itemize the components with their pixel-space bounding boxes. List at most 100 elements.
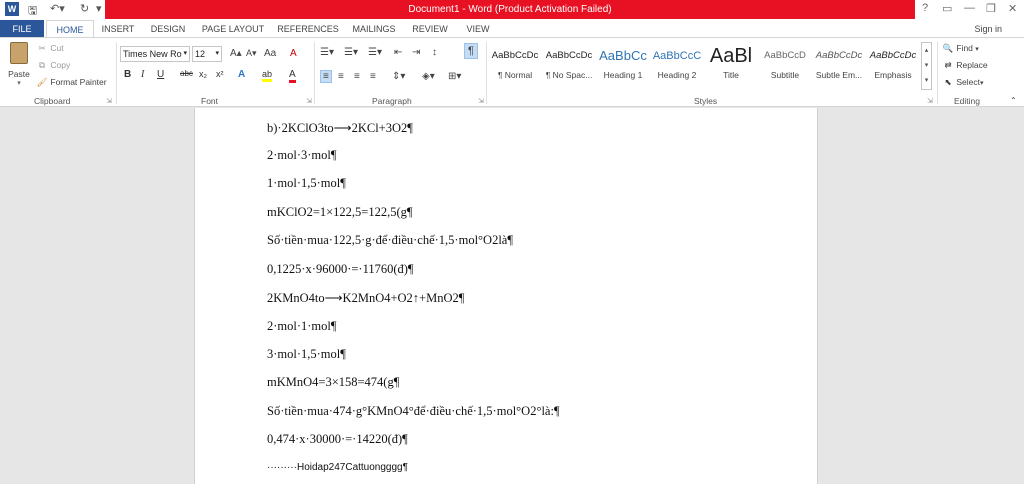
paragraph-launcher-icon[interactable]: ⇲ — [478, 97, 484, 105]
borders-icon[interactable]: ⊞▾ — [448, 71, 461, 82]
document-line[interactable]: Số·tiền·mua·122,5·g·để·điều·chế·1,5·mol°… — [267, 233, 513, 248]
style-heading-2[interactable]: AaBbCcC Heading 2 — [650, 42, 704, 90]
document-line[interactable]: 1·mol·1,5·mol¶ — [267, 176, 346, 191]
numbering-icon[interactable]: ☰▾ — [344, 47, 358, 58]
document-line[interactable]: 0,1225·x·96000·=·11760(đ)¶ — [267, 262, 414, 277]
document-line[interactable]: Số·tiền·mua·474·g°KMnO4°để·điều·chế·1,5·… — [267, 404, 560, 419]
style-subtle-emphasis[interactable]: AaBbCcDc Subtle Em... — [812, 42, 866, 90]
align-right-icon[interactable]: ≡ — [354, 71, 360, 82]
replace-button[interactable]: ⇄ Replace — [942, 60, 987, 71]
copy-button[interactable]: ⧉ Copy — [36, 60, 70, 71]
minimize-icon[interactable]: — — [964, 2, 975, 14]
font-launcher-icon[interactable]: ⇲ — [306, 97, 312, 105]
style-subtitle[interactable]: AaBbCcD Subtitle — [758, 42, 812, 90]
find-button[interactable]: 🔍 Find ▾ — [942, 43, 979, 54]
scroll-down-icon[interactable]: ▾ — [922, 58, 931, 73]
document-line[interactable]: 2·mol·3·mol¶ — [267, 148, 337, 163]
tab-review[interactable]: REVIEW — [408, 20, 452, 38]
tab-insert[interactable]: INSERT — [98, 20, 138, 38]
cut-button[interactable]: ✂ Cut — [36, 43, 64, 54]
collapse-ribbon-icon[interactable]: ⌃ — [1010, 96, 1017, 105]
save-icon[interactable]: 🖫 — [28, 2, 37, 21]
style-preview: AaBl — [709, 45, 753, 67]
select-button[interactable]: ⬉ Select▾ — [942, 77, 983, 88]
style-emphasis[interactable]: AaBbCcDc Emphasis — [866, 42, 920, 90]
align-left-icon[interactable]: ≡ — [320, 70, 332, 83]
chevron-down-icon: ▾ — [215, 50, 219, 57]
style-normal[interactable]: AaBbCcDc ¶ Normal — [488, 42, 542, 90]
redo-icon[interactable]: ↻ — [80, 2, 89, 15]
styles-launcher-icon[interactable]: ⇲ — [927, 97, 933, 105]
highlight-icon[interactable]: ab — [262, 69, 273, 82]
customize-qat-icon[interactable]: ▾ — [96, 2, 102, 15]
tab-view[interactable]: VIEW — [460, 20, 496, 38]
align-center-icon[interactable]: ≡ — [338, 71, 344, 82]
undo-icon[interactable]: ↶▾ — [50, 2, 65, 15]
underline-button[interactable]: U — [157, 69, 164, 80]
multilevel-list-icon[interactable]: ☰▾ — [368, 47, 382, 58]
tab-home[interactable]: HOME — [46, 20, 94, 38]
tab-file[interactable]: FILE — [0, 20, 44, 38]
copy-label: Copy — [50, 60, 71, 70]
document-line[interactable]: b)·2KClO3to⟶2KCl+3O2¶ — [267, 120, 413, 136]
style-title[interactable]: AaBl Title — [704, 42, 758, 90]
scroll-up-icon[interactable]: ▴ — [922, 43, 931, 58]
close-icon[interactable]: ✕ — [1008, 2, 1017, 15]
clipboard-icon — [10, 42, 28, 64]
divider — [486, 42, 487, 104]
paste-dropdown-icon[interactable]: ▾ — [6, 79, 32, 87]
tab-references[interactable]: REFERENCES — [276, 20, 340, 38]
grow-font-icon[interactable]: A▴ — [230, 48, 242, 59]
show-formatting-icon[interactable]: ¶ — [464, 43, 478, 59]
style-preview: AaBbCcD — [764, 50, 806, 61]
sign-in-link[interactable]: Sign in — [974, 20, 1002, 38]
bold-button[interactable]: B — [124, 69, 131, 80]
superscript-button[interactable]: x² — [216, 69, 224, 79]
increase-indent-icon[interactable]: ⇥ — [412, 47, 420, 58]
document-line[interactable]: mKClO2=1×122,5=122,5(g¶ — [267, 205, 413, 220]
shrink-font-icon[interactable]: A▾ — [246, 48, 257, 59]
document-line[interactable]: ·········Hoidap247Cattuongggg¶ — [267, 462, 408, 473]
document-line[interactable]: mKMnO4=3×158=474(g¶ — [267, 375, 399, 390]
strikethrough-button[interactable]: abc — [180, 69, 193, 78]
ribbon: Paste ▾ ✂ Cut ⧉ Copy 🖌 Format Painter Cl… — [0, 37, 1024, 107]
document-line[interactable]: 3·mol·1,5·mol¶ — [267, 347, 346, 362]
clipboard-group-label: Clipboard — [34, 96, 71, 106]
document-line[interactable]: 2·mol·1·mol¶ — [267, 319, 337, 334]
font-color-icon[interactable]: A — [289, 69, 296, 83]
shading-icon[interactable]: ◈▾ — [422, 71, 435, 82]
decrease-indent-icon[interactable]: ⇤ — [394, 47, 402, 58]
tab-mailings[interactable]: MAILINGS — [348, 20, 400, 38]
document-line[interactable]: 2KMnO4to⟶K2MnO4+O2↑+MnO2¶ — [267, 290, 464, 306]
help-icon[interactable]: ? — [922, 2, 928, 14]
cut-label: Cut — [50, 43, 64, 53]
more-styles-icon[interactable]: ▾ — [922, 73, 931, 88]
style-no-spacing[interactable]: AaBbCcDc ¶ No Spac... — [542, 42, 596, 90]
text-effects-icon[interactable]: A — [238, 69, 245, 80]
change-case-icon[interactable]: Aa — [264, 48, 276, 59]
restore-icon[interactable]: ❐ — [986, 2, 996, 15]
subscript-button[interactable]: x₂ — [199, 69, 207, 79]
style-preview: AaBbCcDc — [545, 50, 593, 61]
bullets-icon[interactable]: ☰▾ — [320, 47, 334, 58]
ribbon-display-icon[interactable]: ▭ — [942, 2, 952, 15]
style-heading-1[interactable]: AaBbCc Heading 1 — [596, 42, 650, 90]
clipboard-launcher-icon[interactable]: ⇲ — [106, 97, 112, 105]
tab-page-layout[interactable]: PAGE LAYOUT — [198, 20, 268, 38]
styles-gallery-scroll[interactable]: ▴ ▾ ▾ — [921, 42, 932, 90]
justify-icon[interactable]: ≡ — [370, 71, 376, 82]
document-line[interactable]: 0,474·x·30000·=·14220(đ)¶ — [267, 432, 408, 447]
style-name: Emphasis — [874, 70, 912, 80]
paste-button[interactable]: Paste ▾ — [6, 42, 32, 87]
copy-icon: ⧉ — [38, 60, 46, 70]
font-name-field[interactable]: Times New Ro ▾ — [120, 46, 190, 62]
line-spacing-icon[interactable]: ⇕▾ — [392, 71, 405, 82]
sort-icon[interactable]: ↕ — [432, 47, 437, 58]
divider — [116, 42, 117, 104]
italic-button[interactable]: I — [141, 69, 144, 80]
format-painter-button[interactable]: 🖌 Format Painter — [36, 77, 107, 88]
document-page[interactable]: b)·2KClO3to⟶2KCl+3O2¶ 2·mol·3·mol¶ 1·mol… — [194, 108, 818, 484]
font-size-field[interactable]: 12 ▾ — [192, 46, 222, 62]
clear-formatting-icon[interactable]: A — [290, 48, 297, 59]
tab-design[interactable]: DESIGN — [146, 20, 190, 38]
